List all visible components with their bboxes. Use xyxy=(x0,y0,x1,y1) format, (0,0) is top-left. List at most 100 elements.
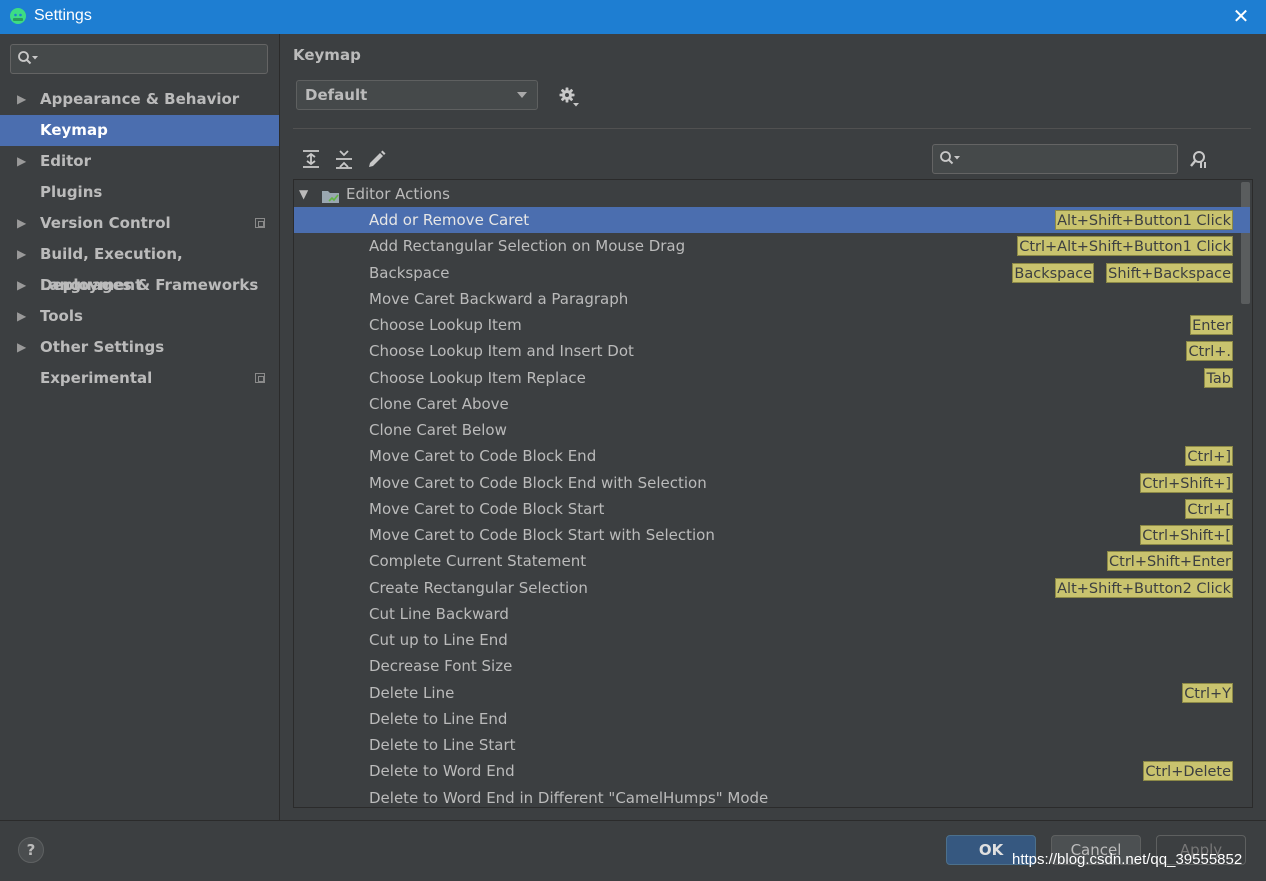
shortcut-badge: Tab xyxy=(1204,367,1233,388)
expand-arrow-icon[interactable]: ▶ xyxy=(17,84,26,115)
sidebar-item-editor[interactable]: ▶ Editor xyxy=(0,146,279,177)
action-label: Delete to Word End xyxy=(369,762,515,781)
shortcut-badge: Shift+Backspace xyxy=(1106,262,1233,283)
action-label: Choose Lookup Item Replace xyxy=(369,368,586,387)
project-level-icon xyxy=(255,373,265,383)
shortcut-search-input[interactable] xyxy=(932,144,1178,174)
table-row[interactable]: Choose Lookup Item and Insert Dot Ctrl+. xyxy=(294,338,1250,364)
shortcut-list: Ctrl+Shift+[ xyxy=(1140,525,1233,545)
android-icon xyxy=(9,7,27,25)
table-row[interactable]: Backspace Backspace Shift+Backspace xyxy=(294,260,1250,286)
window-title: Settings xyxy=(34,7,92,24)
keymap-scheme-value: Default xyxy=(305,86,368,104)
expand-arrow-icon[interactable]: ▶ xyxy=(17,301,26,332)
shortcut-list: Ctrl+Alt+Shift+Button1 Click xyxy=(1017,236,1233,257)
table-row[interactable]: Decrease Font Size xyxy=(294,653,1250,679)
action-label: Choose Lookup Item and Insert Dot xyxy=(369,342,634,361)
tree-group-label: Editor Actions xyxy=(346,185,450,203)
sidebar-item-label: Languages & Frameworks xyxy=(40,276,259,294)
sidebar-item-label: Editor xyxy=(40,152,91,170)
table-row[interactable]: Add or Remove Caret Alt+Shift+Button1 Cli… xyxy=(294,207,1250,233)
action-label: Delete to Line Start xyxy=(369,736,516,754)
sidebar-item-label: Other Settings xyxy=(40,338,165,356)
settings-sidebar: ▶ Appearance & Behavior Keymap ▶ Editor Plugi… xyxy=(0,34,280,820)
search-icon xyxy=(17,50,41,70)
shortcut-badge: Ctrl+Y xyxy=(1182,682,1233,703)
sidebar-item-label: Tools xyxy=(40,307,83,325)
action-label: Create Rectangular Selection xyxy=(369,578,588,597)
table-row[interactable]: Delete to Line Start xyxy=(294,732,1250,758)
table-row[interactable]: Delete to Word End Ctrl+Delete xyxy=(294,758,1250,784)
table-row[interactable]: Move Caret to Code Block End with Select… xyxy=(294,470,1250,496)
sidebar-item-other-settings[interactable]: ▶ Other Settings xyxy=(0,332,279,363)
watermark-text: https://blog.csdn.net/qq_39555852 xyxy=(1012,851,1243,868)
sidebar-item-tools[interactable]: ▶ Tools xyxy=(0,301,279,332)
expand-arrow-icon[interactable]: ▶ xyxy=(17,239,26,270)
table-row[interactable]: Choose Lookup Item Replace Tab xyxy=(294,365,1250,391)
action-label: Move Caret Backward a Paragraph xyxy=(369,289,629,308)
sidebar-item-experimental[interactable]: Experimental xyxy=(0,363,279,394)
shortcut-badge: Alt+Shift+Button2 Click xyxy=(1055,577,1233,598)
expand-arrow-icon[interactable]: ▶ xyxy=(17,332,26,363)
keymap-scheme-dropdown[interactable]: Default xyxy=(296,80,538,110)
gear-icon[interactable] xyxy=(558,86,580,112)
table-row[interactable]: Clone Caret Below xyxy=(294,417,1250,443)
table-row[interactable]: Delete to Line End xyxy=(294,706,1250,732)
table-row[interactable]: Create Rectangular Selection Alt+Shift+Bu… xyxy=(294,575,1250,601)
sidebar-item-label: Keymap xyxy=(40,121,108,139)
collapse-all-icon[interactable] xyxy=(333,148,355,170)
keymap-panel: Keymap Default ▼ Editor Actions Add or R… xyxy=(280,34,1266,820)
expand-arrow-icon[interactable]: ▶ xyxy=(17,270,26,301)
shortcut-badge: Ctrl+. xyxy=(1186,341,1233,362)
settings-nav: ▶ Appearance & Behavior Keymap ▶ Editor Plugi… xyxy=(0,84,279,394)
table-row[interactable]: Clone Caret Above xyxy=(294,391,1250,417)
shortcut-badge: Ctrl+[ xyxy=(1185,498,1233,519)
sidebar-item-label: Experimental xyxy=(40,369,153,387)
shortcut-list: Ctrl+Shift+] xyxy=(1140,472,1233,493)
shortcut-badge: Alt+Shift+Button1 Click xyxy=(1055,210,1233,230)
action-label: Cut Line Backward xyxy=(369,604,509,623)
sidebar-item-label: Appearance & Behavior xyxy=(40,90,240,108)
shortcut-list: Ctrl+[ xyxy=(1185,498,1233,519)
action-label: Choose Lookup Item xyxy=(369,316,522,334)
table-row[interactable]: Complete Current Statement Ctrl+Shift+Ent… xyxy=(294,548,1250,574)
sidebar-search-input[interactable] xyxy=(10,44,268,74)
sidebar-item-label: Version Control xyxy=(40,214,171,232)
table-row[interactable]: Cut up to Line End xyxy=(294,627,1250,653)
sidebar-item-plugins[interactable]: Plugins xyxy=(0,177,279,208)
shortcut-list: Ctrl+. xyxy=(1186,341,1233,362)
sidebar-item-appearance-behavior[interactable]: ▶ Appearance & Behavior xyxy=(0,84,279,115)
project-level-icon xyxy=(255,218,265,228)
help-icon[interactable]: ? xyxy=(18,837,44,863)
close-icon[interactable]: ✕ xyxy=(1230,5,1252,27)
shortcut-list: Enter xyxy=(1190,315,1233,335)
sidebar-item-version-control[interactable]: ▶ Version Control xyxy=(0,208,279,239)
shortcut-badge: Ctrl+Alt+Shift+Button1 Click xyxy=(1017,236,1233,257)
expand-arrow-icon[interactable]: ▶ xyxy=(17,146,26,177)
sidebar-item-keymap[interactable]: Keymap xyxy=(0,115,279,146)
table-row[interactable]: Cut Line Backward xyxy=(294,601,1250,627)
sidebar-item-build-execution-deployment[interactable]: ▶ Build, Execution, Deployment xyxy=(0,239,279,294)
expand-triangle-icon[interactable]: ▼ xyxy=(299,181,308,207)
action-label: Move Caret to Code Block End xyxy=(369,447,597,466)
table-row[interactable]: Choose Lookup Item Enter xyxy=(294,312,1250,338)
table-row[interactable]: Move Caret Backward a Paragraph xyxy=(294,286,1250,312)
sidebar-item-languages-frameworks[interactable]: ▶ Languages & Frameworks xyxy=(0,270,279,301)
expand-arrow-icon[interactable]: ▶ xyxy=(17,208,26,239)
action-label: Complete Current Statement xyxy=(369,552,587,571)
shortcut-badge: Ctrl+Shift+[ xyxy=(1140,525,1233,545)
search-icon xyxy=(939,150,963,170)
find-shortcut-icon[interactable] xyxy=(1188,149,1210,175)
table-row[interactable]: Move Caret to Code Block End Ctrl+] xyxy=(294,443,1250,469)
expand-all-icon[interactable] xyxy=(300,148,322,170)
table-row[interactable]: Delete to Word End in Different "CamelHu… xyxy=(294,785,1250,808)
table-row[interactable]: Delete Line Ctrl+Y xyxy=(294,680,1250,706)
edit-icon[interactable] xyxy=(366,148,388,170)
shortcut-badge: Ctrl+Shift+] xyxy=(1140,472,1233,493)
shortcut-list: Backspace Shift+Backspace xyxy=(1012,262,1233,283)
table-row[interactable]: Move Caret to Code Block Start with Sele… xyxy=(294,522,1250,548)
action-label: Delete to Word End in Different "CamelHu… xyxy=(369,788,769,807)
tree-group-editor-actions[interactable]: ▼ Editor Actions xyxy=(294,181,1252,207)
table-row[interactable]: Add Rectangular Selection on Mouse Drag C… xyxy=(294,233,1250,259)
table-row[interactable]: Move Caret to Code Block Start Ctrl+[ xyxy=(294,496,1250,522)
